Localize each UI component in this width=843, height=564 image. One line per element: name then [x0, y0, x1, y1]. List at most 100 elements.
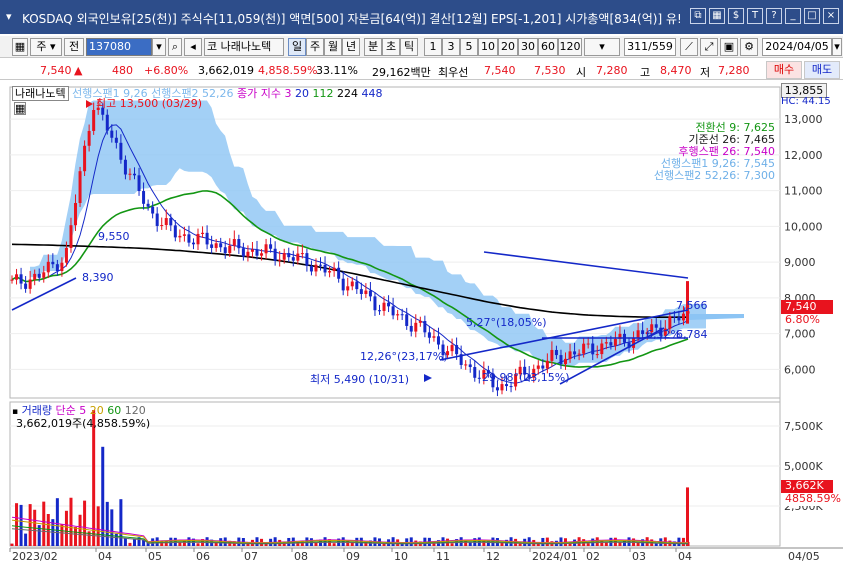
date-dropdown-icon[interactable]: ▾	[832, 38, 842, 56]
candle-body	[337, 267, 341, 279]
candle-body	[582, 343, 586, 354]
candle-body	[92, 110, 96, 131]
candle-body	[223, 247, 227, 254]
help-icon[interactable]: ?	[766, 8, 782, 24]
candle-body	[305, 253, 309, 266]
interval-custom-dropdown[interactable]: ▾	[584, 38, 620, 56]
x-tick-label: 2023/02	[12, 550, 58, 563]
interval-5[interactable]: 5	[460, 38, 478, 56]
date-field[interactable]: 2024/04/05	[762, 38, 832, 56]
candle-body	[677, 317, 681, 321]
grid-icon[interactable]: ▦	[709, 8, 725, 24]
price-change: 480	[112, 64, 133, 77]
interval-10[interactable]: 10	[478, 38, 498, 56]
maximize-icon[interactable]: □	[804, 8, 820, 24]
candle-body	[359, 289, 363, 294]
dollar-icon[interactable]: $	[728, 8, 744, 24]
stock-code-input[interactable]: 137080	[86, 38, 152, 56]
candle-body	[455, 345, 459, 355]
annotation-low: 최저 5,490 (10/31)	[310, 373, 410, 386]
annotation-angle-2: 29,98°(23,15%)	[482, 371, 570, 384]
chart-grid-icon[interactable]: ▦	[14, 102, 27, 115]
stack-icon[interactable]: ⧉	[690, 8, 706, 24]
price-tick-label: 10,000	[784, 220, 823, 233]
minimize-icon[interactable]: _	[785, 8, 801, 24]
volume-bar	[586, 543, 590, 546]
volume-bar	[128, 542, 132, 546]
annotation-high: 최고 13,500 (03/29)	[96, 97, 203, 110]
period-year[interactable]: 년	[342, 38, 360, 56]
candle-body	[400, 314, 404, 316]
candle-body	[573, 351, 577, 355]
interval-3[interactable]: 3	[442, 38, 460, 56]
period-day[interactable]: 일	[288, 38, 306, 56]
candle-body	[536, 365, 540, 369]
period-second[interactable]: 초	[382, 38, 400, 56]
period-minute[interactable]: 분	[364, 38, 382, 56]
chart-area[interactable]: 13,000 12,000 11,000 10,000 9,000 8,000 7,000 6…	[0, 82, 843, 564]
candle-body	[173, 225, 177, 238]
candle-body	[387, 302, 391, 307]
candle-body	[269, 244, 273, 249]
interval-60[interactable]: 60	[538, 38, 558, 56]
close-icon[interactable]: ×	[823, 8, 839, 24]
candle-body	[228, 245, 232, 254]
period-week[interactable]: 주	[306, 38, 324, 56]
candle-body	[577, 353, 581, 355]
candle-body	[105, 114, 109, 131]
candle-body	[87, 130, 91, 146]
interval-30[interactable]: 30	[518, 38, 538, 56]
menu-icon[interactable]: ▾	[6, 10, 12, 23]
quote-bar: 7,540 ▲ 480 +6.80% 3,662,019 4,858.59% 3…	[0, 60, 843, 80]
candle-body	[214, 243, 218, 248]
stock-name-legend: 나래나노텍	[12, 86, 69, 101]
code-dropdown-icon[interactable]: ▾	[152, 38, 166, 56]
candle-body	[355, 281, 359, 290]
candle-body	[545, 360, 549, 369]
chart-line-icon[interactable]: ⟋	[680, 38, 698, 56]
period-month[interactable]: 월	[324, 38, 342, 56]
grid-toggle-icon[interactable]: ▦	[12, 38, 28, 56]
candle-body	[495, 387, 499, 391]
candle-body	[554, 349, 558, 356]
candle-body	[332, 267, 336, 272]
candle-body	[250, 249, 254, 252]
high-price: 8,470	[660, 64, 692, 77]
sell-button[interactable]: 매도	[804, 61, 840, 79]
x-tick-label: 06	[196, 550, 210, 563]
legend-ma20: 20	[295, 87, 310, 100]
candle-body	[264, 244, 268, 254]
candle-body	[500, 384, 504, 391]
interval-1[interactable]: 1	[424, 38, 442, 56]
type-dropdown[interactable]: 주 ▾	[30, 38, 62, 56]
candle-body	[69, 225, 73, 248]
chart-compare-icon[interactable]: ⤢	[700, 38, 718, 56]
high-label: 고	[640, 66, 651, 79]
prev-button[interactable]: 전	[64, 38, 84, 56]
save-icon[interactable]: ▣	[720, 38, 738, 56]
top-price-sub: HC: 44.15	[781, 96, 831, 107]
interval-20[interactable]: 20	[498, 38, 518, 56]
volume-bar	[391, 537, 395, 546]
interval-120[interactable]: 120	[558, 38, 582, 56]
candle-body	[309, 265, 313, 272]
search-icon[interactable]: ⌕	[168, 38, 182, 56]
x-tick-label: 09	[346, 550, 360, 563]
candle-body	[15, 274, 19, 280]
x-tick-label: 12	[486, 550, 500, 563]
buy-button[interactable]: 매수	[766, 61, 802, 79]
sound-icon[interactable]: ◂	[184, 38, 202, 56]
candle-body	[319, 264, 323, 266]
text-icon[interactable]: T	[747, 8, 763, 24]
x-tick-label: 10	[394, 550, 408, 563]
candle-body	[391, 306, 395, 316]
candle-body	[287, 253, 291, 258]
volume-value: 3,662,019	[198, 64, 254, 77]
volume-bar	[622, 540, 626, 546]
candle-body	[377, 310, 381, 312]
period-tick[interactable]: 틱	[400, 38, 418, 56]
current-price-box: 7,540	[781, 300, 833, 314]
settings-icon[interactable]: ⚙	[740, 38, 758, 56]
stock-name-field[interactable]: 코 나래나노텍	[204, 38, 284, 56]
candle-body	[473, 367, 477, 378]
